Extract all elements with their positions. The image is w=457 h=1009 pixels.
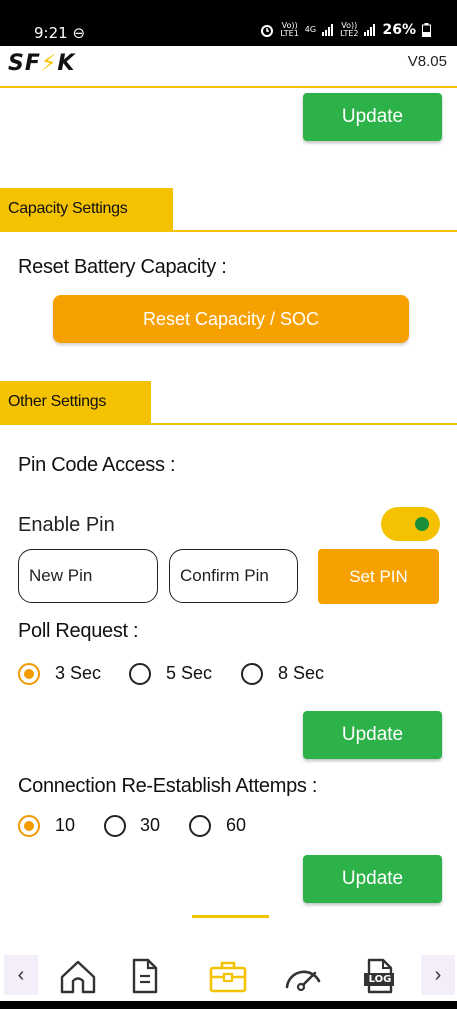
status-time: 9:21 ⊖ (34, 24, 86, 42)
connection-heading: Connection Re-Establish Attemps : (18, 775, 318, 797)
connection-radio-10[interactable] (18, 815, 40, 837)
section-capacity-settings: Capacity Settings (0, 188, 173, 230)
set-pin-button[interactable]: Set PIN (318, 549, 439, 604)
poll-radio-5-sec[interactable] (129, 663, 151, 685)
poll-option-label: 3 Sec (55, 663, 102, 683)
network-label-1: Vo)) LTE1 (280, 21, 299, 38)
connection-option-label: 30 (140, 815, 161, 835)
alarm-icon (261, 25, 274, 37)
poll-option-label: 8 Sec (278, 663, 325, 683)
new-pin-input[interactable]: New Pin (18, 549, 158, 603)
system-nav-bar (0, 1001, 457, 1009)
poll-radio-3-sec[interactable] (18, 663, 40, 685)
connection-radio-60[interactable] (189, 815, 211, 837)
section-divider (0, 423, 457, 425)
toggle-knob (415, 517, 429, 531)
battery-percent: 26% (382, 22, 416, 38)
reset-capacity-button[interactable]: Reset Capacity / SOC (53, 295, 409, 343)
section-divider (0, 230, 457, 232)
nav-next-chevron-icon[interactable]: › (421, 955, 455, 995)
status-indicators: Vo)) LTE1 4G Vo)) LTE2 26% (260, 22, 431, 38)
update-button-connection[interactable]: Update (303, 855, 442, 903)
connection-option-label: 10 (55, 815, 76, 835)
connection-option-label: 60 (226, 815, 247, 835)
toolbox-icon[interactable] (208, 957, 248, 995)
dnd-icon: ⊖ (72, 24, 86, 42)
connection-radio-30[interactable] (104, 815, 126, 837)
active-tab-indicator (192, 915, 269, 918)
battery-icon (422, 23, 431, 37)
gauge-icon[interactable] (283, 957, 323, 995)
enable-pin-toggle[interactable] (381, 507, 440, 541)
update-button-poll[interactable]: Update (303, 711, 442, 759)
reset-battery-heading: Reset Battery Capacity : (18, 256, 227, 278)
home-icon[interactable] (58, 957, 98, 995)
status-bar: 9:21 ⊖ Vo)) LTE1 4G Vo)) LTE2 26% (0, 0, 457, 46)
log-icon-label: LOG (368, 974, 392, 985)
app-version: V8.05 (407, 53, 447, 70)
document-icon[interactable] (124, 957, 164, 995)
signal-icon-1 (322, 24, 334, 36)
app-header: SF⚡K V8.05 (0, 46, 457, 88)
poll-request-heading: Poll Request : (18, 620, 139, 642)
enable-pin-label: Enable Pin (18, 514, 115, 536)
update-button-top[interactable]: Update (303, 93, 442, 141)
network-type: 4G (304, 25, 317, 34)
app-logo: SF⚡K (8, 51, 76, 76)
pin-code-heading: Pin Code Access : (18, 454, 176, 476)
network-label-2: Vo)) LTE2 (340, 21, 359, 38)
bottom-nav: ‹ LOG › (0, 941, 457, 1009)
nav-prev-chevron-icon[interactable]: ‹ (4, 955, 38, 995)
log-icon[interactable]: LOG (360, 957, 400, 995)
poll-radio-8-sec[interactable] (241, 663, 263, 685)
section-other-settings: Other Settings (0, 381, 151, 423)
poll-option-label: 5 Sec (166, 663, 213, 683)
confirm-pin-input[interactable]: Confirm Pin (169, 549, 298, 603)
signal-icon-2 (364, 24, 376, 36)
